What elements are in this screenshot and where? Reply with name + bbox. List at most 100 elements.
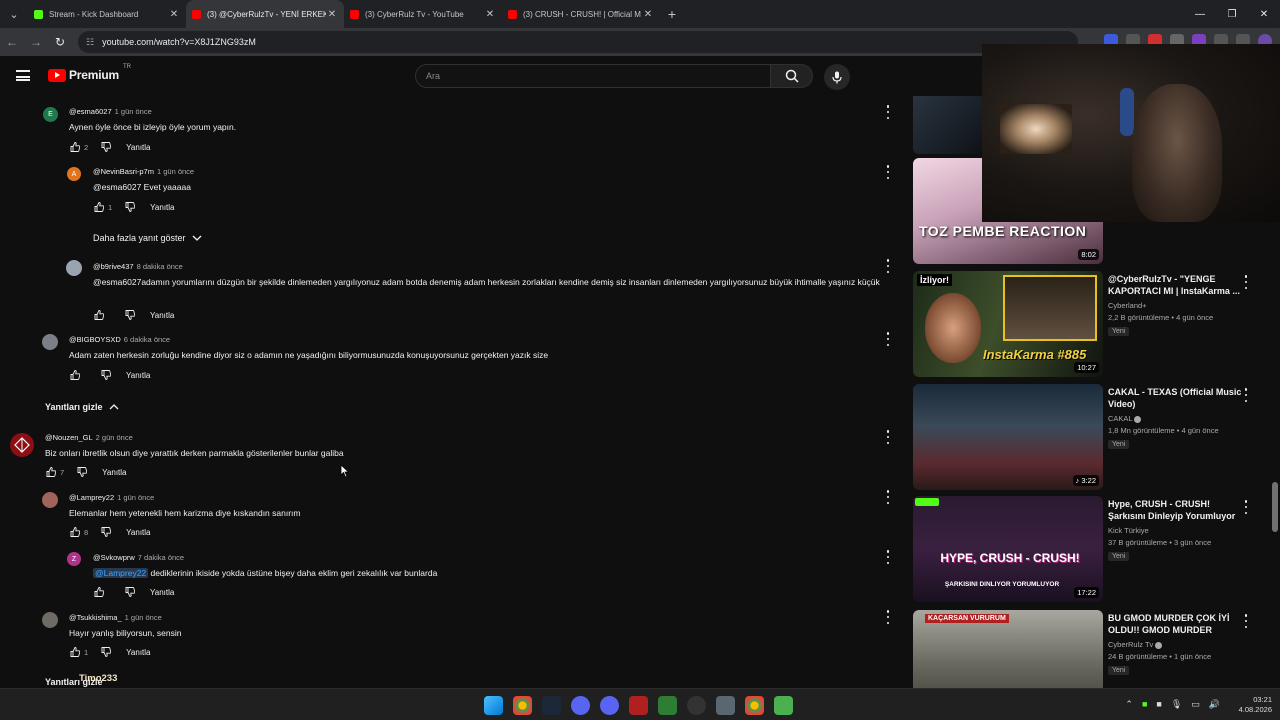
minimize-icon[interactable]: —	[1184, 0, 1216, 28]
avatar[interactable]	[42, 612, 58, 628]
more-actions-icon[interactable]	[883, 259, 893, 273]
comment-time[interactable]: 1 gün önce	[157, 167, 194, 176]
related-video[interactable]: KAÇARSAN VURURUM BU GMOD MURDER ÇOK İYİ …	[913, 610, 1273, 688]
comment-time[interactable]: 2 gün önce	[96, 433, 133, 442]
like-icon[interactable]	[69, 369, 81, 381]
app-icon[interactable]	[629, 696, 648, 715]
comment-time[interactable]: 1 gün önce	[125, 613, 162, 622]
hide-replies-button[interactable]: Yanıtları gizle	[45, 402, 119, 412]
video-thumbnail[interactable]: ♪ 3:22	[913, 384, 1103, 490]
comment-time[interactable]: 7 dakika önce	[138, 553, 184, 562]
dislike-icon[interactable]	[100, 526, 112, 538]
related-video[interactable]: ♪ 3:22 CAKAL - TEXAS (Official Music Vid…	[913, 384, 1273, 492]
video-thumbnail[interactable]: İzliyor! InstaKarma #885 10:27	[913, 271, 1103, 377]
back-icon[interactable]: ←	[0, 35, 24, 49]
channel-name[interactable]: CyberRulz Tv	[1108, 640, 1163, 649]
dislike-icon[interactable]	[100, 369, 112, 381]
video-title[interactable]: @CyberRulzTv - "YENGE KAPORTACI MI | Ins…	[1108, 273, 1248, 297]
like-icon[interactable]	[45, 466, 57, 478]
reply-button[interactable]: Yanıtla	[150, 311, 174, 320]
video-thumbnail[interactable]	[913, 96, 983, 154]
close-tab-icon[interactable]: ✕	[168, 9, 180, 20]
reply-button[interactable]: Yanıtla	[150, 588, 174, 597]
search-button[interactable]	[771, 64, 813, 88]
reply-button[interactable]: Yanıtla	[126, 143, 150, 152]
xbox-icon[interactable]	[658, 696, 677, 715]
like-icon[interactable]	[69, 646, 81, 658]
more-actions-icon[interactable]	[1241, 275, 1251, 289]
steam-icon[interactable]	[542, 696, 561, 715]
tab-cyberrulz-channel[interactable]: (3) CyberRulz Tv - YouTube ✕	[344, 0, 502, 28]
discord-icon[interactable]	[571, 696, 590, 715]
settings-icon[interactable]	[716, 696, 735, 715]
comment-author[interactable]: @esma6027	[69, 107, 112, 116]
tab-kick-dashboard[interactable]: Stream - Kick Dashboard ✕	[28, 0, 186, 28]
restore-icon[interactable]: ❐	[1216, 0, 1248, 28]
video-title[interactable]: BU GMOD MURDER ÇOK İYİ OLDU!! GMOD MURDE…	[1108, 612, 1248, 636]
like-icon[interactable]	[69, 141, 81, 153]
new-tab-button[interactable]: +	[660, 6, 684, 22]
more-actions-icon[interactable]	[883, 332, 893, 346]
hamburger-menu-icon[interactable]	[16, 70, 30, 81]
video-title[interactable]: CAKAL - TEXAS (Official Music Video)	[1108, 386, 1248, 410]
related-video[interactable]: HYPE, CRUSH - CRUSH! ŞARKISINI DINLIYOR …	[913, 496, 1273, 604]
more-actions-icon[interactable]	[883, 490, 893, 504]
more-actions-icon[interactable]	[883, 550, 893, 564]
dislike-icon[interactable]	[124, 586, 136, 598]
youtube-premium-logo[interactable]: Premium TR	[48, 64, 131, 82]
site-info-icon[interactable]: ☷	[86, 37, 94, 48]
more-actions-icon[interactable]	[1241, 388, 1251, 402]
dislike-icon[interactable]	[100, 141, 112, 153]
more-actions-icon[interactable]	[1241, 614, 1251, 628]
related-video[interactable]: İzliyor! InstaKarma #885 10:27 @CyberRul…	[913, 271, 1273, 379]
like-icon[interactable]	[93, 586, 105, 598]
tab-crush-video[interactable]: (3) CRUSH - CRUSH! | Official M ✕	[502, 0, 660, 28]
windows-start-icon[interactable]	[484, 696, 503, 715]
chevron-up-icon[interactable]: ⌃	[1125, 699, 1133, 710]
tab-cyberrulz-video[interactable]: (3) @CyberRulzTv - YENİ ERKEK ✕	[186, 0, 344, 28]
reply-button[interactable]: Yanıtla	[126, 528, 150, 537]
mention-link[interactable]: @Lamprey22	[93, 568, 149, 578]
comment-author[interactable]: @Nouzen_GL	[45, 433, 93, 442]
dislike-icon[interactable]	[124, 201, 136, 213]
comment-author[interactable]: @b9rive437	[93, 262, 134, 271]
avatar[interactable]	[42, 492, 58, 508]
sidebar-scrollbar[interactable]	[1272, 482, 1278, 532]
voice-search-button[interactable]	[824, 64, 850, 90]
comment-author[interactable]: @NevinBasri-p7m	[93, 167, 154, 176]
avatar[interactable]	[42, 334, 58, 350]
like-icon[interactable]	[93, 201, 105, 213]
more-actions-icon[interactable]	[883, 165, 893, 179]
reload-icon[interactable]: ↻	[48, 35, 72, 49]
comment-author[interactable]: @BIGBOYSXD	[69, 335, 121, 344]
close-tab-icon[interactable]: ✕	[326, 9, 338, 20]
avatar[interactable]: A	[67, 167, 81, 181]
close-tab-icon[interactable]: ✕	[642, 9, 654, 20]
obs-icon[interactable]	[687, 696, 706, 715]
show-more-replies-button[interactable]: Daha fazla yanıt göster	[93, 233, 202, 243]
video-title[interactable]: Hype, CRUSH - CRUSH! Şarkısını Dinleyip …	[1108, 498, 1248, 522]
tray-app-icon[interactable]: ■	[1156, 699, 1161, 710]
comment-time[interactable]: 6 dakika önce	[124, 335, 170, 344]
address-bar[interactable]: ☷ youtube.com/watch?v=X8J1ZNG93zM	[78, 31, 1078, 53]
comment-author[interactable]: @Tsukkishima_	[69, 613, 122, 622]
reply-button[interactable]: Yanıtla	[102, 468, 126, 477]
avatar[interactable]	[66, 260, 82, 276]
more-actions-icon[interactable]	[883, 610, 893, 624]
reply-button[interactable]: Yanıtla	[150, 203, 174, 212]
close-window-icon[interactable]: ✕	[1248, 0, 1280, 28]
like-icon[interactable]	[69, 526, 81, 538]
channel-name[interactable]: CAKAL	[1108, 414, 1142, 423]
tray-app-icon[interactable]: ■	[1142, 699, 1147, 710]
forward-icon[interactable]: →	[24, 35, 48, 49]
channel-name[interactable]: Kick Türkiye	[1108, 526, 1149, 535]
avatar[interactable]: E	[43, 107, 58, 122]
discord-icon[interactable]	[600, 696, 619, 715]
app-icon[interactable]	[774, 696, 793, 715]
like-icon[interactable]	[93, 309, 105, 321]
comment-time[interactable]: 1 gün önce	[117, 493, 154, 502]
comment-author[interactable]: @Lamprey22	[69, 493, 114, 502]
tab-search-icon[interactable]: ⌄	[0, 0, 28, 28]
comment-time[interactable]: 1 gün önce	[115, 107, 152, 116]
reply-button[interactable]: Yanıtla	[126, 648, 150, 657]
